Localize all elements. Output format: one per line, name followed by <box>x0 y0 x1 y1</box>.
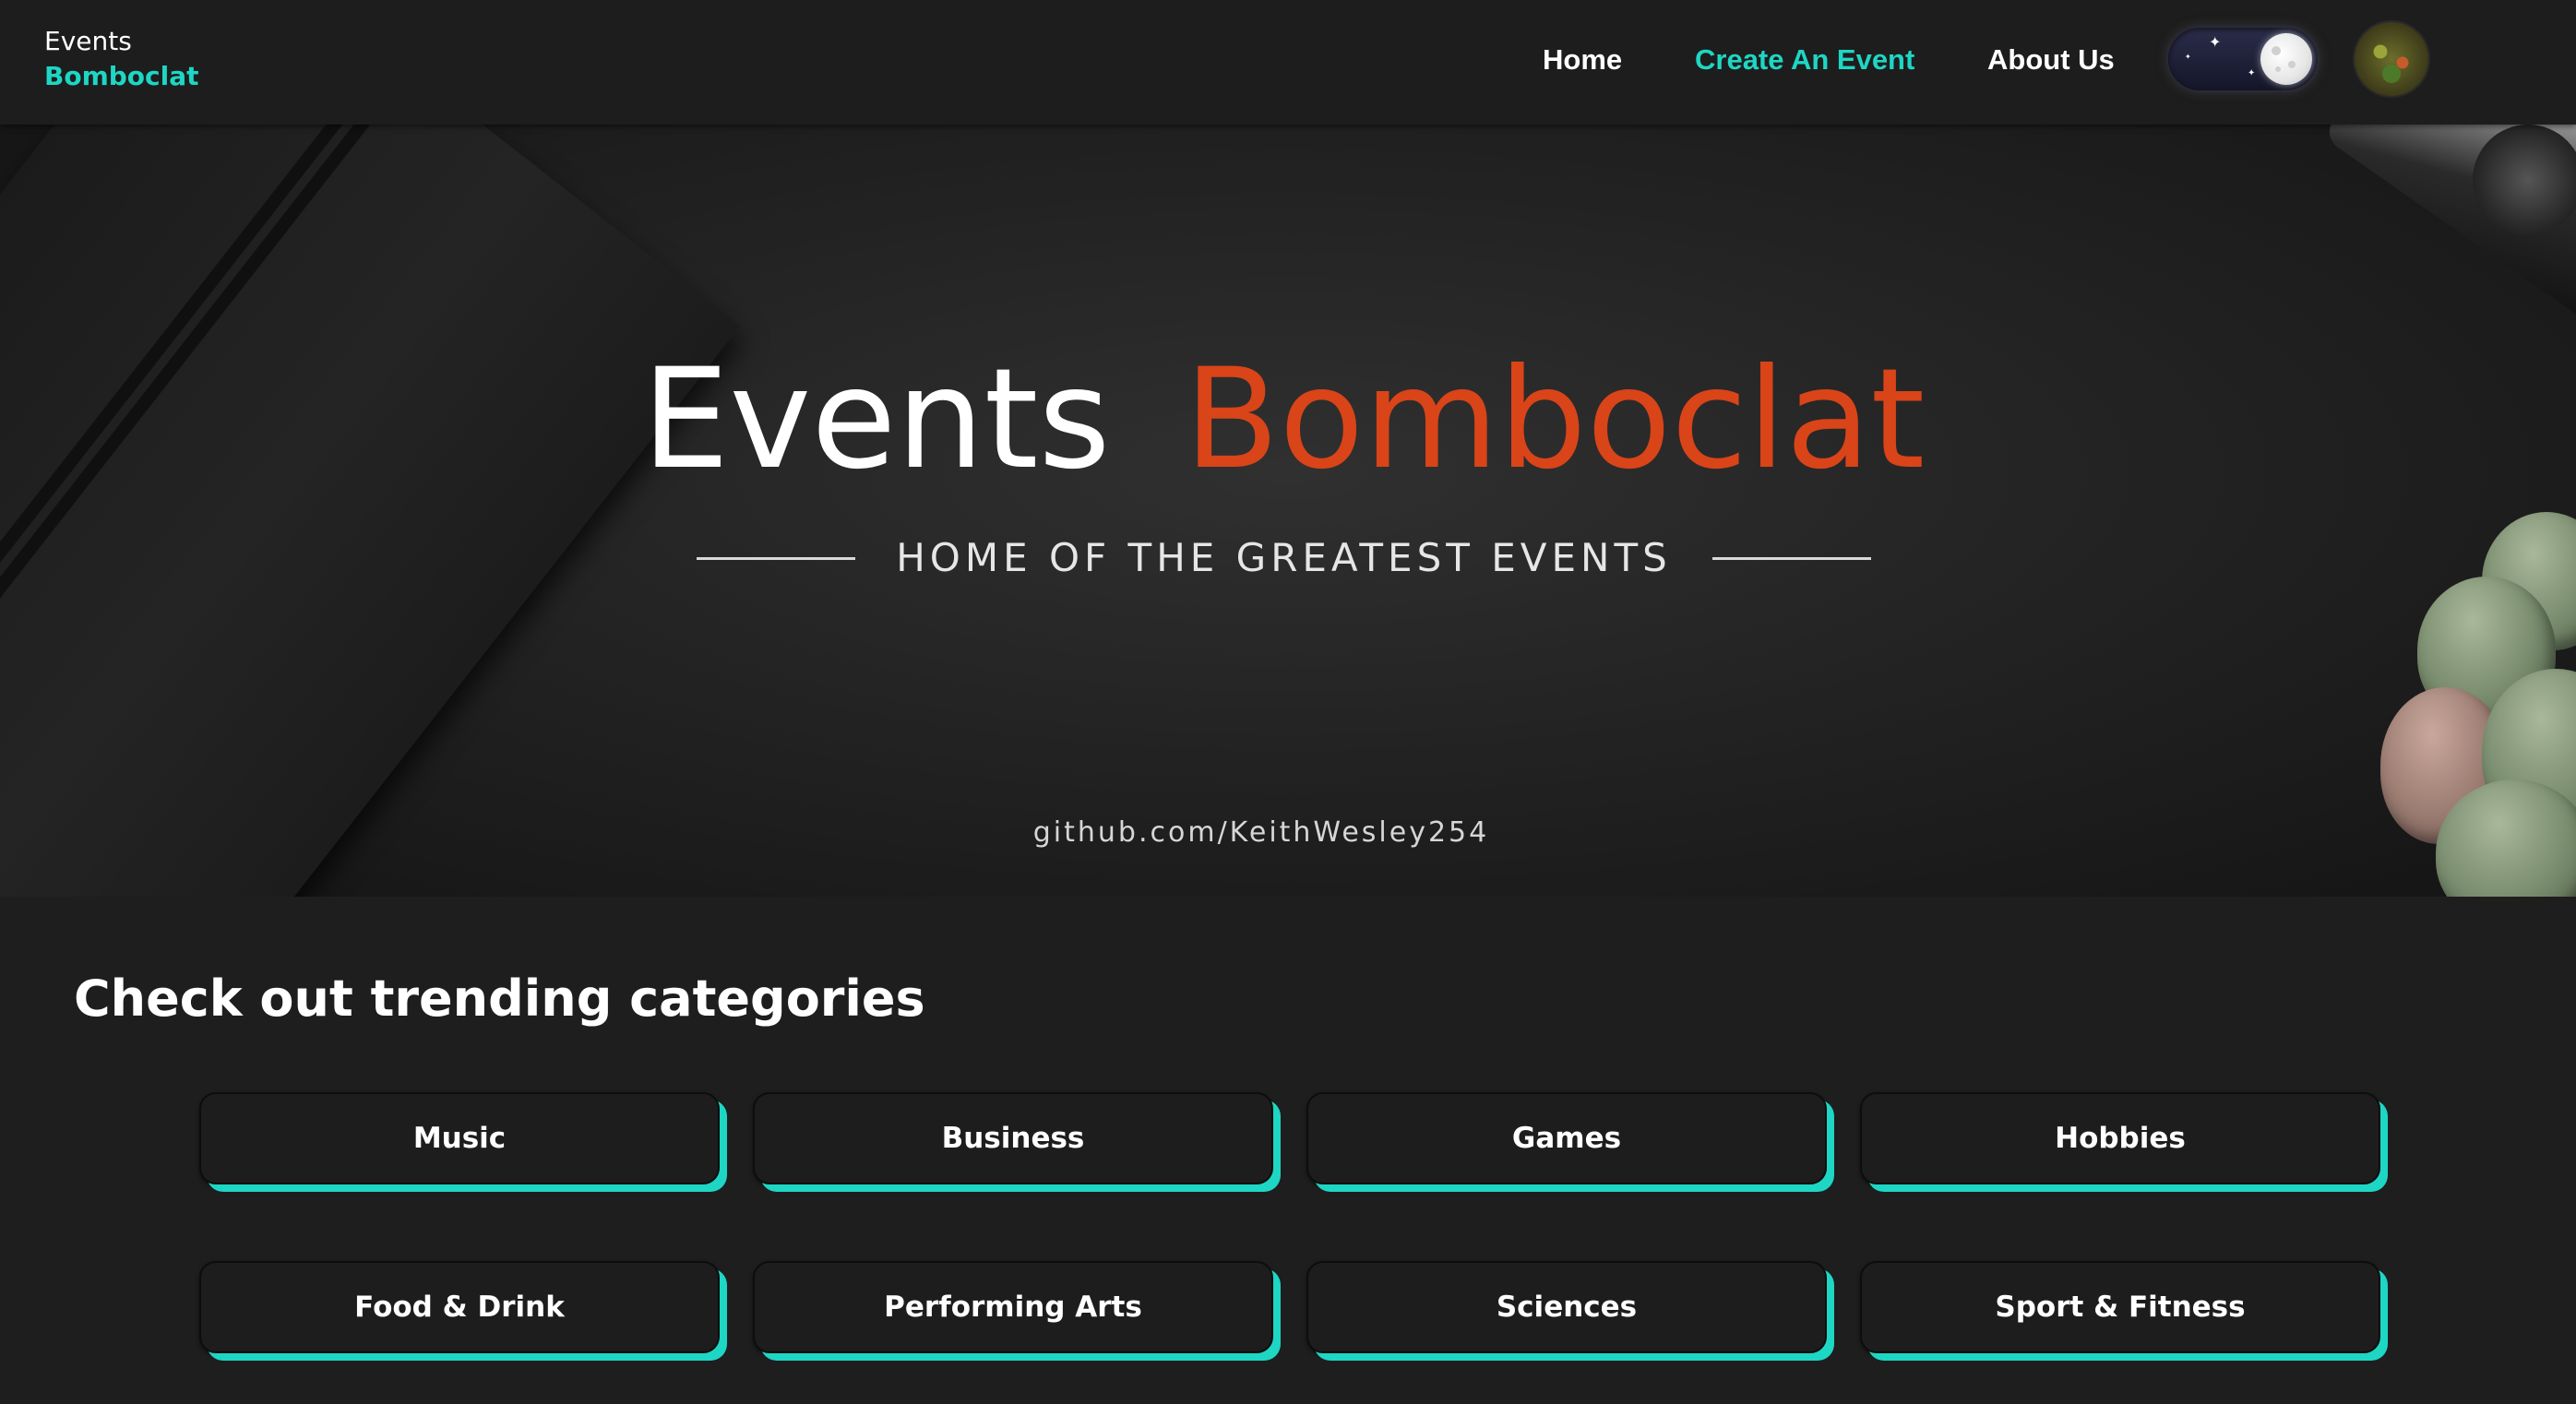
star-icon: ✦ <box>2209 33 2222 51</box>
navbar: Events Bomboclat Home Create An Event Ab… <box>0 0 2576 125</box>
category-button-hobbies[interactable]: Hobbies <box>1860 1092 2380 1184</box>
category-button-sport-fitness[interactable]: Sport & Fitness <box>1860 1261 2380 1353</box>
hero-title-bomboclat: Bomboclat <box>1184 339 1926 500</box>
hero-tagline: HOME OF THE GREATEST EVENTS <box>697 530 1871 586</box>
category-button-music[interactable]: Music <box>199 1092 720 1184</box>
category-button-food-drink[interactable]: Food & Drink <box>199 1261 720 1353</box>
brand-line-events: Events <box>44 26 132 56</box>
category-button-business[interactable]: Business <box>753 1092 1273 1184</box>
brand-logo[interactable]: Events Bomboclat <box>44 24 199 94</box>
category-button-games[interactable]: Games <box>1306 1092 1827 1184</box>
camera-dial-decoration <box>2473 125 2576 235</box>
star-icon: ✦ <box>2248 68 2256 78</box>
category-button-performing-arts[interactable]: Performing Arts <box>753 1261 1273 1353</box>
nav-link-create-event[interactable]: Create An Event <box>1695 37 1914 83</box>
notebook-decoration <box>0 125 741 897</box>
hero-title: Events Bomboclat <box>624 337 1943 503</box>
hero-banner: Events Bomboclat HOME OF THE GREATEST EVE… <box>0 125 2576 897</box>
tagline-line-right <box>1712 557 1871 560</box>
github-link[interactable]: github.com/KeithWesley254 <box>0 815 2522 851</box>
category-button-sciences[interactable]: Sciences <box>1306 1261 1827 1353</box>
nav-link-home[interactable]: Home <box>1543 37 1622 83</box>
brand-line-bomboclat: Bomboclat <box>44 61 199 91</box>
theme-toggle[interactable]: ✦ ✦ ✦ <box>2168 28 2318 90</box>
star-icon: ✦ <box>2185 53 2191 61</box>
moon-icon <box>2260 33 2312 85</box>
hero-title-events: Events <box>641 339 1111 500</box>
section-title-trending: Check out trending categories <box>74 970 925 1028</box>
nav-link-about-us[interactable]: About Us <box>1987 37 2115 83</box>
tagline-text: HOME OF THE GREATEST EVENTS <box>896 535 1672 580</box>
user-avatar[interactable] <box>2355 22 2428 96</box>
